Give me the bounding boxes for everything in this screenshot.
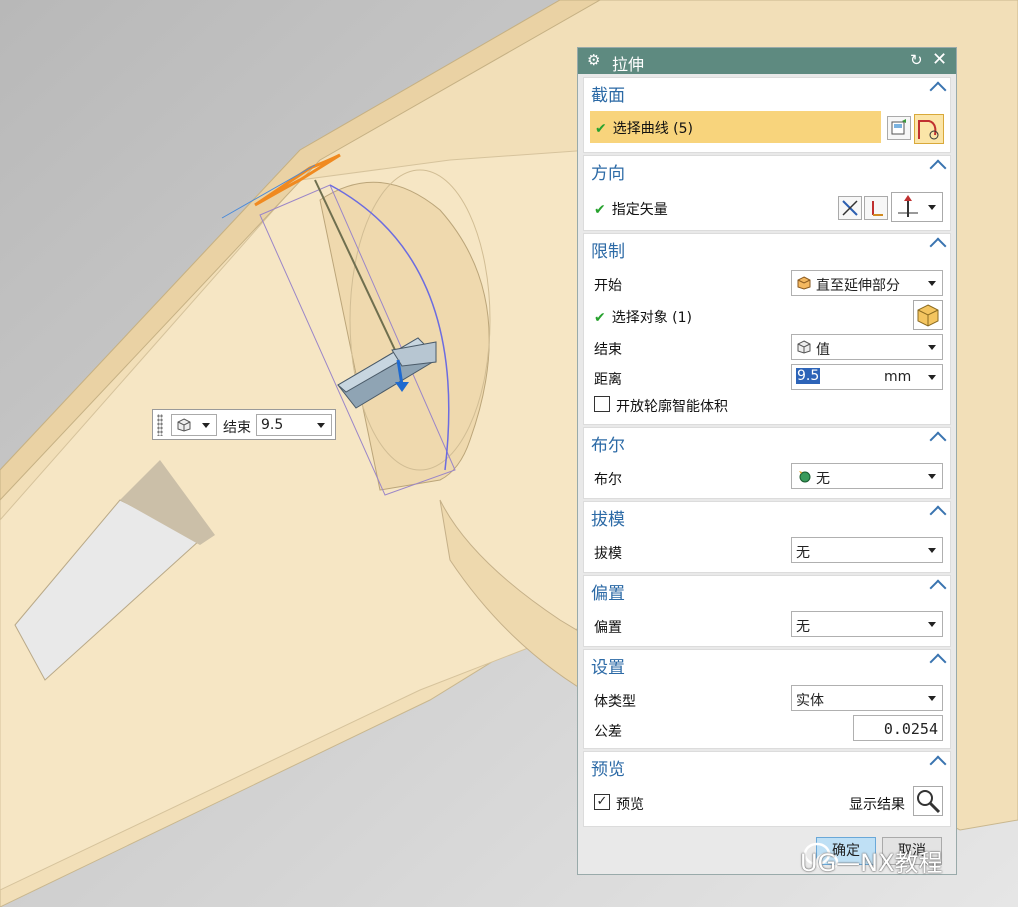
drag-handle[interactable] [157,414,163,436]
curve-select-button[interactable] [914,114,944,144]
direction-panel: 方向 ✔ 指定矢量 [583,155,951,231]
offset-panel: 偏置 偏置 无 [583,575,951,647]
open-profile-checkbox[interactable] [594,396,610,412]
boolean-label: 布尔 [594,472,622,488]
extrude-dialog: ⚙ 拉伸 ↻ ✕ 截面 ✔ 选择曲线 (5) 方向 ✔ 指定矢量 限制 开始 直… [577,47,957,875]
section-panel: 截面 ✔ 选择曲线 (5) [583,77,951,153]
end-label: 结束 [223,420,251,436]
dialog-title: 拉伸 [612,55,645,74]
collapse-caret-icon[interactable] [929,81,947,99]
check-icon: ✔ [595,121,607,137]
tolerance-value: 0.0254 [883,720,938,738]
check-icon: ✔ [594,310,606,326]
vector-dialog-button[interactable] [864,196,888,220]
boolean-title: 布尔 [591,436,625,456]
offset-label: 偏置 [594,620,622,636]
select-object-row[interactable]: ✔ 选择对象 (1) [594,307,692,327]
collapse-caret-icon[interactable] [929,237,947,255]
collapse-caret-icon[interactable] [929,505,947,523]
axis-icon [898,195,918,217]
onscreen-input-box: 结束 9.5 [152,409,336,440]
end-limit-label: 结束 [594,342,622,358]
vector-icon [872,201,883,216]
end-value-input[interactable]: 9.5 [256,414,332,436]
section-title: 截面 [591,86,625,106]
preview-checkbox[interactable]: ✓ [594,794,610,810]
start-dropdown[interactable]: 直至延伸部分 [791,270,943,296]
reset-icon[interactable]: ↻ [910,51,923,69]
select-curve-text: 选择曲线 (5) [612,121,694,137]
end-dropdown[interactable]: 值 [791,334,943,360]
limits-title: 限制 [591,242,625,262]
offset-value: 无 [796,619,810,635]
distance-unit: mm [884,369,912,385]
magnifier-icon [917,790,941,814]
sketch-icon [891,119,906,135]
preview-title: 预览 [591,760,625,780]
value-cube-icon [797,340,811,354]
select-curve-row[interactable]: ✔ 选择曲线 (5) [590,111,881,143]
solid-body-icon [917,304,939,327]
collapse-caret-icon[interactable] [929,653,947,671]
settings-title: 设置 [591,658,625,678]
select-body-button[interactable] [913,300,943,330]
offset-title: 偏置 [591,584,625,604]
body-type-value: 实体 [796,693,824,709]
collapse-caret-icon[interactable] [929,579,947,597]
reverse-direction-icon [842,200,858,216]
select-object-text: 选择对象 (1) [611,310,693,326]
check-icon: ✔ [594,202,606,218]
limits-panel: 限制 开始 直至延伸部分 ✔ 选择对象 (1) 结束 值 距离 9.5 mm 开放… [583,233,951,425]
boolean-none-icon [799,471,811,483]
specify-vector-text: 指定矢量 [611,202,668,218]
value-cube-icon [177,418,191,432]
select-curve-label: ✔ 选择曲线 (5) [595,118,693,138]
curve-icon [918,120,939,140]
collapse-caret-icon[interactable] [929,755,947,773]
limit-type-dropdown[interactable] [171,414,217,436]
direction-title: 方向 [591,164,625,184]
boolean-dropdown[interactable]: 无 [791,463,943,489]
draft-title: 拔模 [591,510,625,530]
draft-dropdown[interactable]: 无 [791,537,943,563]
distance-label: 距离 [594,372,622,388]
collapse-caret-icon[interactable] [929,431,947,449]
preview-panel: 预览 ✓ 预览 显示结果 [583,751,951,827]
dialog-titlebar[interactable]: ⚙ 拉伸 ↻ ✕ [578,48,956,74]
open-profile-label: 开放轮廓智能体积 [616,399,728,415]
tolerance-label: 公差 [594,724,622,740]
show-result-button[interactable] [913,786,943,816]
close-icon[interactable]: ✕ [932,49,947,70]
end-limit-value: 值 [816,342,830,358]
start-label: 开始 [594,278,622,294]
distance-value: 9.5 [796,368,821,384]
show-result-label: 显示结果 [849,797,905,813]
preview-label: 预览 [616,797,644,813]
settings-panel: 设置 体类型 实体 公差 0.0254 [583,649,951,749]
gear-icon: ⚙ [587,51,601,69]
draft-panel: 拔模 拔模 无 [583,501,951,573]
sketch-section-button[interactable] [887,116,911,140]
specify-vector-row[interactable]: ✔ 指定矢量 [594,199,668,219]
vector-type-dropdown[interactable] [891,192,943,222]
watermark-text: UG—NX教程 [800,849,943,877]
draft-value: 无 [796,545,810,561]
boolean-panel: 布尔 布尔 无 [583,427,951,499]
tolerance-input[interactable]: 0.0254 [853,715,943,741]
distance-input[interactable]: 9.5 mm [791,364,943,390]
end-value-text: 9.5 [261,417,284,433]
body-type-dropdown[interactable]: 实体 [791,685,943,711]
collapse-caret-icon[interactable] [929,159,947,177]
body-type-label: 体类型 [594,694,636,710]
reverse-direction-button[interactable] [838,196,862,220]
boolean-value: 无 [816,471,830,487]
until-extended-icon [797,276,811,290]
offset-dropdown[interactable]: 无 [791,611,943,637]
start-value: 直至延伸部分 [816,278,900,294]
draft-label: 拔模 [594,546,622,562]
